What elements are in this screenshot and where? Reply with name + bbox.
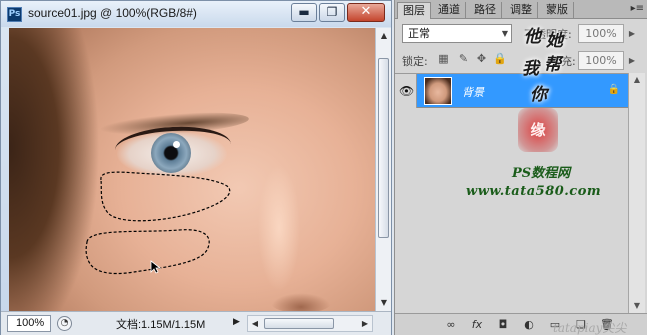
link-icon[interactable]: ∞ — [443, 318, 459, 332]
canvas-horizontal-scrollbar[interactable]: ◀ ▶ — [247, 315, 373, 332]
restore-icon: ❐ — [326, 5, 338, 19]
lock-label: 锁定: — [402, 55, 428, 68]
tab-adjustments[interactable]: 调整 — [505, 2, 538, 19]
document-size-info: 文档:1.15M/1.15M — [116, 319, 206, 331]
tab-layers[interactable]: 图层 — [397, 2, 431, 19]
zoom-input[interactable]: 100% — [7, 315, 51, 332]
scroll-left-arrow-icon[interactable]: ◀ — [248, 316, 262, 331]
seal-text: 缘 — [530, 121, 546, 139]
watermark-char: 你 — [530, 85, 547, 105]
layer-visibility-toggle[interactable]: 👁 — [395, 74, 417, 108]
restore-button[interactable]: ❐ — [319, 3, 345, 22]
scrollbar-thumb[interactable] — [378, 58, 389, 238]
watermark-corner-text: tatapiay尖尖 — [553, 321, 627, 335]
watermark-char: 我 — [522, 59, 539, 79]
arrow-cursor-icon — [150, 260, 162, 274]
opacity-input[interactable]: 100% — [578, 24, 624, 43]
lock-position-icon[interactable]: ✥ — [475, 52, 488, 65]
minimize-icon: ▬ — [298, 5, 310, 19]
close-button[interactable]: ✕ — [347, 3, 385, 22]
fill-slider-arrow-icon[interactable]: ▶ — [626, 51, 638, 70]
layer-row[interactable]: 👁 背景 🔒 — [395, 74, 628, 108]
layer-name[interactable]: 背景 — [462, 84, 484, 100]
tab-channels[interactable]: 通道 — [433, 2, 466, 19]
panel-menu-icon[interactable]: ▸≡ — [631, 3, 644, 14]
lock-transparent-pixels-icon[interactable]: ▦ — [437, 52, 450, 65]
scroll-up-arrow-icon[interactable]: ▲ — [376, 28, 392, 44]
horizontal-scrollbar-thumb[interactable] — [264, 318, 334, 329]
layer-lock-icon: 🔒 — [607, 84, 620, 95]
status-info-icon[interactable]: ◔ — [57, 316, 72, 331]
eye-icon: 👁 — [399, 84, 415, 98]
opacity-slider-arrow-icon[interactable]: ▶ — [626, 24, 638, 43]
status-menu-arrow-icon[interactable]: ▶ — [233, 317, 240, 327]
lock-image-pixels-icon[interactable]: ✎ — [457, 52, 470, 65]
photoshop-icon: Ps — [7, 7, 22, 22]
scroll-down-arrow-icon[interactable]: ▼ — [376, 295, 392, 311]
watermark-char: 他 — [524, 27, 541, 47]
watermark-url: www.tata580.com — [466, 184, 602, 199]
scroll-up-arrow-icon[interactable]: ▲ — [629, 73, 645, 87]
window-controls: ▬ ❐ ✕ — [291, 3, 385, 22]
minimize-button[interactable]: ▬ — [291, 3, 317, 22]
document-titlebar[interactable]: Ps source01.jpg @ 100%(RGB/8#) ▬ ❐ ✕ — [1, 1, 391, 27]
lock-all-icon[interactable]: 🔒 — [493, 52, 507, 65]
watermark-char: 帮 — [544, 55, 561, 75]
fx-icon[interactable]: fx — [469, 318, 485, 332]
mask-icon[interactable]: ◘ — [495, 318, 511, 332]
layer-thumbnail — [424, 77, 452, 105]
fill-input[interactable]: 100% — [578, 51, 624, 70]
watermark-site-name: PS数程网 — [512, 166, 571, 181]
panel-tabs: 图层 通道 路径 调整 蒙版 ▸≡ — [395, 0, 647, 19]
document-window: Ps source01.jpg @ 100%(RGB/8#) ▬ ❐ ✕ ▲ ▼… — [0, 0, 392, 335]
tab-masks[interactable]: 蒙版 — [541, 2, 574, 19]
layers-vertical-scrollbar[interactable]: ▲ ▼ — [628, 73, 645, 313]
canvas-vertical-scrollbar[interactable]: ▲ ▼ — [375, 28, 391, 311]
watermark-char: 她 — [546, 31, 563, 51]
red-seal-stamp: 缘 — [518, 108, 558, 152]
adjustment-icon[interactable]: ◐ — [521, 318, 537, 332]
blend-mode-value: 正常 — [408, 27, 430, 40]
blend-mode-select[interactable]: 正常 ▼ — [402, 24, 512, 43]
document-title: source01.jpg @ 100%(RGB/8#) — [28, 6, 197, 20]
chevron-down-icon: ▼ — [501, 29, 508, 38]
status-bar: 100% ◔ 文档:1.15M/1.15M ▶ ◀ ▶ — [1, 311, 391, 335]
close-icon: ✕ — [360, 4, 372, 19]
tab-paths[interactable]: 路径 — [469, 2, 502, 19]
lasso-selection[interactable] — [9, 28, 375, 311]
image-canvas[interactable] — [9, 28, 375, 311]
scroll-down-arrow-icon[interactable]: ▼ — [629, 299, 645, 313]
scroll-right-arrow-icon[interactable]: ▶ — [358, 316, 372, 331]
